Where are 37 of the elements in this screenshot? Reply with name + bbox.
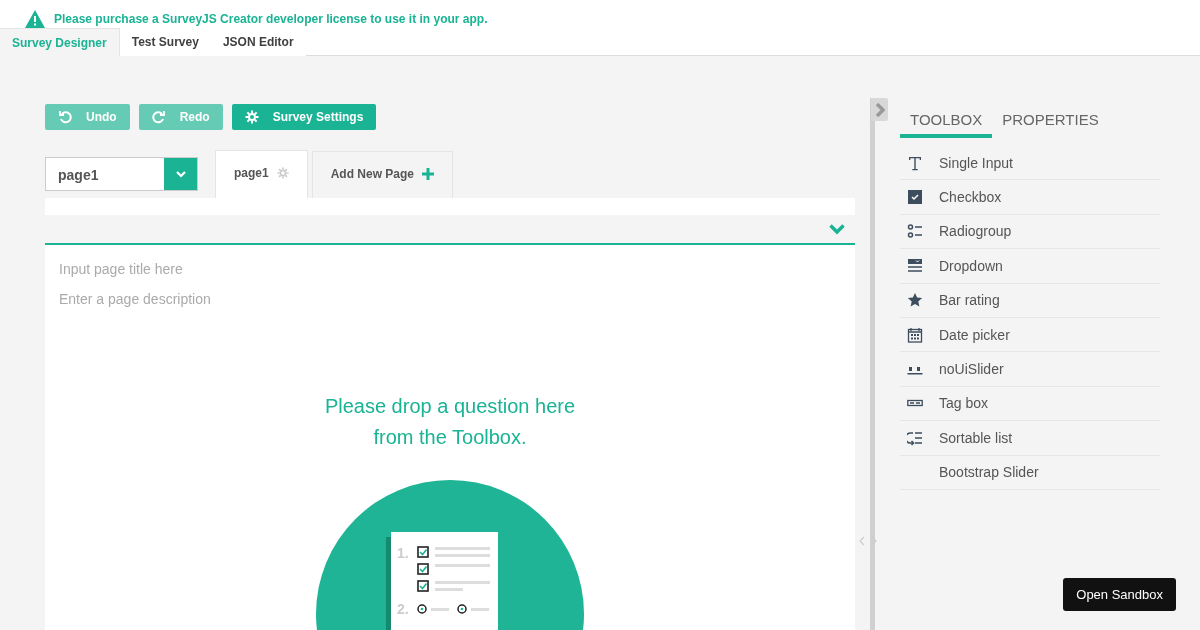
plus-icon [422,167,435,180]
toolbox-item[interactable]: Radiogroup [900,214,1160,250]
chevron-down-icon[interactable] [829,223,845,235]
redo-icon [151,110,166,124]
undo-icon [58,110,72,124]
sidebar-tab[interactable]: PROPERTIES [992,98,1109,138]
settings-icon [276,166,289,179]
toolbox-item[interactable]: Bar rating [900,283,1160,318]
dropdown-icon [907,257,923,274]
toolbox-item[interactable]: Bootstrap Slider [900,455,1160,490]
open-sandbox-button[interactable]: Open Sandbox [1063,578,1176,611]
drop-hint: from the Toolbox. [373,425,527,450]
warning-icon [25,10,45,28]
sortable-list-icon [907,429,923,446]
toolbox-item[interactable]: Tag box [900,386,1160,422]
calendar-icon [907,326,923,343]
toolbox-item[interactable]: Single Input [900,146,1160,181]
toolbox-item[interactable]: Date picker [900,317,1160,353]
chevron-down-icon [175,170,186,178]
settings-icon [244,110,259,124]
text-icon [907,154,923,171]
chevron-right-icon [874,102,885,117]
toolbox-item[interactable]: noUiSlider [900,352,1160,387]
resize-icon[interactable] [859,536,877,546]
radio-list-icon [907,223,923,240]
collapse-handle[interactable] [871,98,888,121]
toolbox-item[interactable]: Dropdown [900,249,1160,284]
page-tab[interactable]: Add New Page [311,151,454,198]
drop-hint: Please drop a question here [324,394,576,419]
page-tab[interactable]: page1 [215,150,308,198]
star-icon [907,292,923,309]
toolbox-item[interactable]: Checkbox [900,180,1160,215]
toolbox-item[interactable]: Sortable list [900,421,1160,456]
page-select[interactable]: page1 [45,157,198,191]
license-notice: Please purchase a SurveyJS Creator developer license to use it in your app. [54,12,488,26]
sidebar-tab[interactable]: TOOLBOX [900,98,993,138]
checkbox-icon [907,189,923,206]
